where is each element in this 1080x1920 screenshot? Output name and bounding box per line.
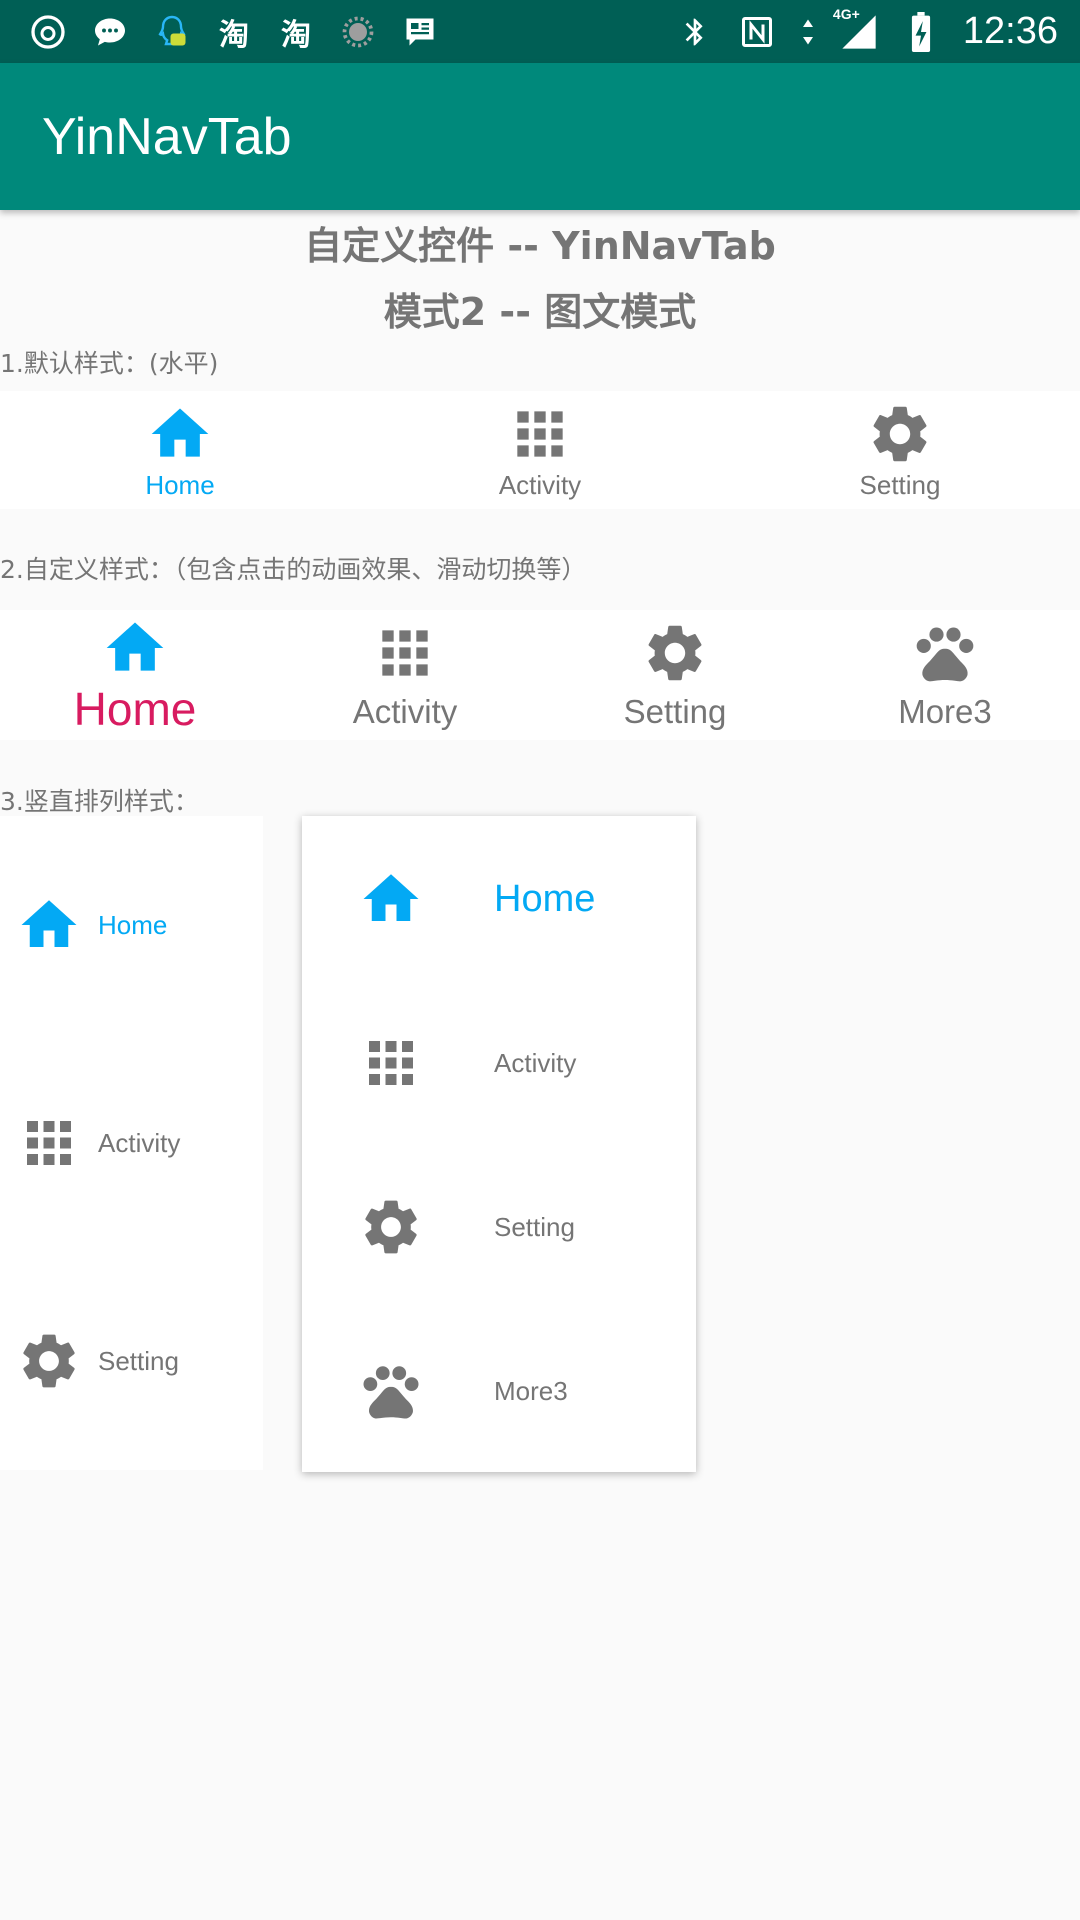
signal-icon: 4G+	[833, 6, 879, 52]
home-icon	[358, 866, 424, 932]
grid-icon	[506, 400, 574, 468]
paw-icon	[911, 619, 979, 687]
vtab-label: More3	[494, 1375, 568, 1406]
vtab-more3[interactable]: More3	[302, 1358, 696, 1424]
vtab-label: Activity	[494, 1047, 577, 1078]
data-arrows-icon	[799, 12, 817, 52]
section-1-label: 1.默认样式：(水平)	[0, 349, 219, 378]
vtab-label: Setting	[494, 1211, 575, 1242]
tab-setting[interactable]: Setting	[540, 610, 810, 740]
tab-activity[interactable]: Activity	[360, 391, 720, 509]
tab-label: Activity	[498, 469, 582, 500]
notification-icons: 淘 淘	[28, 12, 440, 53]
battery-icon	[901, 11, 941, 52]
tab-more3[interactable]: More3	[810, 610, 1080, 740]
clock: 12:36	[962, 10, 1058, 52]
tab-label: Setting	[623, 693, 727, 730]
netease-music-icon	[28, 12, 68, 52]
vtab-setting[interactable]: Setting	[302, 1194, 696, 1260]
tab-setting[interactable]: Setting	[720, 391, 1080, 509]
network-type: 4G+	[832, 5, 860, 22]
app-bar: YinNavTab	[0, 63, 1080, 210]
gear-icon	[641, 619, 709, 687]
app-title: YinNavTab	[42, 107, 292, 166]
tab-label: Home	[73, 683, 197, 735]
home-icon	[16, 892, 82, 958]
vtab-home[interactable]: Home	[302, 866, 696, 932]
section-2-label: 2.自定义样式：（包含点击的动画效果、滑动切换等）	[0, 555, 587, 584]
vtab-label: Activity	[98, 1127, 181, 1158]
grid-icon	[358, 1030, 424, 1096]
bluetooth-icon	[675, 12, 715, 52]
status-bar: 淘 淘 4G+ 12:36	[0, 0, 1080, 63]
tab-home[interactable]: Home	[0, 391, 360, 509]
gear-icon	[358, 1194, 424, 1260]
tab-home[interactable]: Home	[0, 610, 270, 740]
news-icon	[400, 12, 440, 52]
taobao-icon: 淘	[219, 17, 249, 53]
paw-icon	[358, 1358, 424, 1424]
tab-label: Setting	[859, 469, 941, 500]
tab-label: More3	[898, 693, 992, 730]
loading-icon	[338, 12, 378, 52]
home-icon	[146, 400, 214, 468]
vtab-label: Home	[494, 877, 596, 920]
vertical-nav-tab-right: Home Activity Setting More3	[302, 816, 696, 1472]
grid-icon	[371, 619, 439, 687]
vertical-nav-tab-left: Home Activity Setting	[0, 816, 263, 1470]
vtab-setting[interactable]: Setting	[0, 1328, 263, 1394]
qq-icon	[152, 12, 192, 52]
page-title: 自定义控件 -- YinNavTab	[304, 224, 776, 268]
grid-icon	[16, 1110, 82, 1176]
section-3-label: 3.竖直排列样式：	[0, 787, 199, 816]
vtab-label: Home	[98, 909, 168, 940]
vtab-activity[interactable]: Activity	[302, 1030, 696, 1096]
nfc-icon	[737, 12, 777, 52]
tab-label: Home	[145, 469, 215, 500]
tab-label: Activity	[352, 693, 458, 730]
gear-icon	[16, 1328, 82, 1394]
gear-icon	[866, 400, 934, 468]
message-bubble-icon	[90, 12, 130, 52]
custom-nav-tab: Home Activity Setting More3	[0, 610, 1080, 740]
system-icons: 4G+ 12:36	[675, 6, 1058, 53]
tab-activity[interactable]: Activity	[270, 610, 540, 740]
home-icon	[101, 614, 169, 682]
vtab-label: Setting	[98, 1345, 179, 1376]
vtab-home[interactable]: Home	[0, 892, 263, 958]
page-subtitle: 模式2 -- 图文模式	[383, 290, 697, 334]
default-nav-tab: Home Activity Setting	[0, 391, 1080, 509]
vtab-activity[interactable]: Activity	[0, 1110, 263, 1176]
taobao-icon: 淘	[281, 17, 311, 53]
